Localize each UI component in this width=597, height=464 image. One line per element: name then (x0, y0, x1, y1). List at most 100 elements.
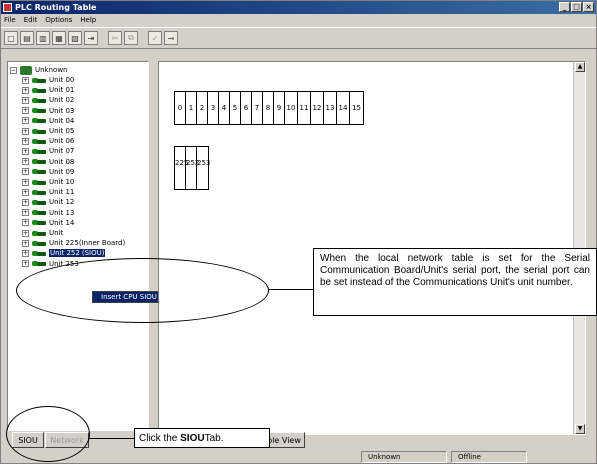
tree-unit-item[interactable]: + Unit 10 (22, 177, 74, 187)
scroll-up-icon[interactable]: ▲ (575, 62, 585, 72)
unit-number-cell[interactable]: 7 (252, 92, 263, 124)
unit-number-cell[interactable]: 10 (285, 92, 298, 124)
board-number-grid: 225 252 253 (174, 146, 210, 190)
menu-help[interactable]: Help (80, 16, 96, 24)
tree-unit-item[interactable]: + Unit 12 (22, 197, 74, 207)
status-connection: Offline (451, 451, 527, 463)
tree-unit-label: Unit 225(Inner Board) (49, 239, 126, 248)
unit-number-cell[interactable]: 3 (208, 92, 219, 124)
highlight-ellipse-units (16, 258, 269, 323)
unit-icon (32, 77, 46, 84)
expand-icon[interactable]: + (22, 158, 29, 166)
expand-icon[interactable]: + (22, 137, 29, 145)
unit-number-cell[interactable]: 15 (350, 92, 363, 124)
expand-icon[interactable]: + (22, 147, 29, 155)
tree-unit-item[interactable]: + Unit 252 (SIOU) (22, 248, 106, 258)
unit-tree[interactable]: − Unknown + Unit 00 + Unit 01 + Unit 02 + Unit … (7, 61, 149, 431)
menu-bar: File Edit Options Help (1, 14, 596, 26)
collapse-icon[interactable]: − (10, 66, 17, 74)
tree-unit-label: Unit 00 (49, 76, 75, 84)
scroll-down-icon[interactable]: ▼ (575, 424, 585, 434)
unit-number-cell[interactable]: 12 (311, 92, 324, 124)
board-number-cell[interactable]: 253 (197, 147, 210, 189)
close-button[interactable]: × (583, 2, 594, 12)
tree-unit-item[interactable]: + Unit 04 (22, 116, 74, 126)
save-icon[interactable]: ▥ (36, 31, 50, 45)
tree-unit-item[interactable]: + Unit 11 (22, 187, 74, 197)
menu-options[interactable]: Options (45, 16, 72, 24)
unit-number-cell[interactable]: 14 (337, 92, 350, 124)
unit-number-cell[interactable]: 13 (324, 92, 337, 124)
window-controls: _ □ × (559, 2, 594, 12)
cut-icon[interactable]: ✂ (108, 31, 122, 45)
expand-icon[interactable]: + (22, 117, 29, 125)
tree-unit-label: Unit 10 (49, 178, 75, 186)
expand-icon[interactable]: + (22, 86, 29, 94)
board-number-cell[interactable]: 225 (175, 147, 188, 189)
expand-icon[interactable]: + (22, 249, 29, 257)
tree-unit-item[interactable]: + Unit 03 (22, 106, 74, 116)
preview-icon[interactable]: ▧ (68, 31, 82, 45)
unit-icon (32, 128, 46, 135)
tree-unit-item[interactable]: + Unit 01 (22, 85, 74, 95)
unit-number-cell[interactable]: 4 (219, 92, 230, 124)
tree-unit-label: Unit 14 (49, 218, 75, 227)
expand-icon[interactable]: + (22, 178, 29, 186)
expand-icon[interactable]: + (22, 198, 29, 206)
unit-number-cell[interactable]: 5 (230, 92, 241, 124)
expand-icon[interactable]: + (22, 107, 29, 115)
app-window: PLC Routing Table _ □ × File Edit Option… (0, 0, 597, 464)
unit-number-cell[interactable]: 1 (186, 92, 197, 124)
tree-unit-item[interactable]: + Unit 02 (22, 95, 74, 105)
tree-unit-item[interactable]: + Unit 05 (22, 126, 74, 136)
minimize-button[interactable]: _ (559, 2, 570, 12)
tree-root[interactable]: − Unknown (10, 65, 68, 75)
new-icon[interactable]: ▢ (4, 31, 18, 45)
unit-icon (32, 107, 46, 114)
tree-unit-item[interactable]: + Unit 225(Inner Board) (22, 238, 125, 248)
plc-icon (20, 65, 32, 75)
expand-icon[interactable]: + (22, 229, 29, 237)
tree-unit-item[interactable]: + Unit 06 (22, 136, 74, 146)
tree-unit-item[interactable]: + Unit 08 (22, 157, 74, 167)
unit-number-cell[interactable]: 2 (197, 92, 208, 124)
transfer-icon[interactable]: ⇥ (84, 31, 98, 45)
unit-number-cell[interactable]: 0 (175, 92, 186, 124)
print-icon[interactable]: ▦ (52, 31, 66, 45)
tree-unit-item[interactable]: + Unit 07 (22, 146, 74, 156)
unit-icon (32, 179, 46, 186)
tree-unit-item[interactable]: + Unit 09 (22, 167, 74, 177)
expand-icon[interactable]: + (22, 96, 29, 104)
expand-icon[interactable]: + (22, 127, 29, 135)
check-icon[interactable]: ✓ (148, 31, 162, 45)
expand-icon[interactable]: + (22, 239, 29, 247)
tree-unit-item[interactable]: + Unit (22, 228, 63, 238)
open-icon[interactable]: ▤ (20, 31, 34, 45)
board-number-cell[interactable]: 252 (186, 147, 199, 189)
tree-unit-label: Unit 05 (49, 127, 75, 135)
siou-tab-note-bold: SIOU (180, 432, 205, 444)
tree-unit-label: Unit 04 (49, 116, 75, 125)
tree-unit-item[interactable]: + Unit 00 (22, 75, 74, 85)
expand-icon[interactable]: + (22, 209, 29, 217)
unit-number-cell[interactable]: 8 (263, 92, 274, 124)
unit-number-cell[interactable]: 9 (274, 92, 285, 124)
menu-file[interactable]: File (4, 16, 16, 24)
tree-unit-item[interactable]: + Unit 14 (22, 218, 74, 228)
tree-unit-item[interactable]: + Unit 13 (22, 208, 74, 218)
maximize-button[interactable]: □ (571, 2, 582, 12)
status-plc: Unknown (361, 451, 447, 463)
window-title: PLC Routing Table (15, 3, 97, 12)
expand-icon[interactable]: + (22, 168, 29, 176)
copy-icon[interactable]: ⧉ (124, 31, 138, 45)
expand-icon[interactable]: + (22, 260, 29, 268)
expand-icon[interactable]: + (22, 76, 29, 84)
unit-number-cell[interactable]: 11 (298, 92, 311, 124)
menu-edit[interactable]: Edit (24, 16, 38, 24)
unit-number-cell[interactable]: 6 (241, 92, 252, 124)
tree-unit-label: Unit 07 (49, 147, 75, 156)
unit-icon (32, 230, 46, 237)
expand-icon[interactable]: + (22, 188, 29, 196)
expand-icon[interactable]: + (22, 219, 29, 227)
connect-icon[interactable]: ⊸ (164, 31, 178, 45)
